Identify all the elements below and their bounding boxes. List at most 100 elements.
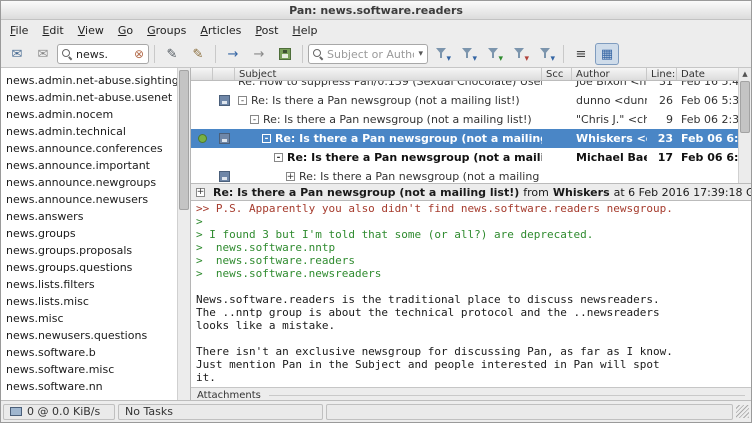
subject-cell: +Re: Is there a Pan newsgroup (not a mai… (235, 170, 542, 183)
match-my-articles-button[interactable]: ▾ (534, 43, 558, 65)
group-item[interactable]: news.software.misc (1, 361, 177, 378)
attachments-bar[interactable]: Attachments (191, 387, 751, 400)
thread-headers-view-button[interactable]: ≡ (569, 43, 593, 65)
group-item[interactable]: news.admin.net-abuse.sightings (1, 72, 177, 89)
pan-window: Pan: news.software.readers FileEditViewG… (0, 0, 752, 423)
funnel-icon: ▾ (539, 47, 553, 61)
subject-text: Re: How to suppress Pan/0.139 (Sexual Ch… (238, 81, 542, 88)
body-line: The ..nntp group is about the technical … (196, 306, 746, 319)
column-header-line[interactable]: Line: (647, 68, 677, 80)
group-item[interactable]: news.announce.conferences (1, 140, 177, 157)
resize-grip[interactable] (736, 405, 749, 418)
titlebar[interactable]: Pan: news.software.readers (1, 1, 751, 20)
disk-icon (219, 133, 230, 144)
clear-search-icon[interactable]: ⊗ (134, 48, 144, 60)
menu-view[interactable]: View (71, 21, 111, 40)
group-item[interactable]: news.groups.questions (1, 259, 177, 276)
group-item[interactable]: news.software.b (1, 344, 177, 361)
headers-scrollbar-thumb[interactable] (740, 81, 750, 133)
group-item[interactable]: news.lists.filters (1, 276, 177, 293)
group-item[interactable]: news.announce.newgroups (1, 174, 177, 191)
attachments-label: Attachments (197, 390, 261, 401)
author-cell: dunno <dunno… (572, 94, 647, 107)
body-line: > I found 3 but I'm told that some (or a… (196, 228, 746, 241)
group-item[interactable]: news.admin.net-abuse.usenet (1, 89, 177, 106)
column-header-author[interactable]: Author (572, 68, 647, 80)
body-line: > (196, 215, 746, 228)
column-header-icon[interactable] (213, 68, 235, 80)
read-next-unread-button[interactable]: → (221, 43, 245, 65)
toolbar-separator (563, 45, 564, 63)
thread-expander-icon[interactable]: + (286, 172, 295, 181)
article-row[interactable]: -Re: Is there a Pan newsgroup (not a mai… (191, 148, 740, 167)
group-item[interactable]: news.groups (1, 225, 177, 242)
disk-icon (279, 48, 291, 60)
subject-cell: Re: How to suppress Pan/0.139 (Sexual Ch… (235, 81, 542, 88)
body-line: News.software.readers is the traditional… (196, 293, 746, 306)
menu-help[interactable]: Help (285, 21, 324, 40)
column-header-scc[interactable]: Scc (542, 68, 572, 80)
flag-icon (198, 134, 207, 143)
article-row[interactable]: Re: How to suppress Pan/0.139 (Sexual Ch… (191, 81, 740, 91)
groups-scrollbar[interactable] (177, 68, 190, 400)
date-cell: Feb 06 2:3 (677, 113, 740, 126)
group-item[interactable]: news.newusers.questions (1, 327, 177, 344)
state-icon-cell (191, 134, 213, 143)
group-item[interactable]: news.lists.misc (1, 293, 177, 310)
get-selected-headers-button[interactable]: ✉ (31, 43, 55, 65)
headers-scrollbar[interactable]: ▲ (738, 68, 751, 183)
article-row[interactable]: -Re: Is there a Pan newsgroup (not a mai… (191, 91, 740, 110)
pane-layout-view-button[interactable]: ▦ (595, 43, 619, 65)
article-row[interactable]: -Re: Is there a Pan newsgroup (not a mai… (191, 110, 740, 129)
group-item[interactable]: news.groups.proposals (1, 242, 177, 259)
group-search[interactable]: news. ⊗ (57, 44, 149, 64)
subject-text: Re: Is there a Pan newsgroup (not a mail… (251, 94, 520, 107)
funnel-arrow-icon: ▾ (550, 55, 555, 64)
match-binary-articles-button[interactable]: ▾ (508, 43, 532, 65)
date-cell: Feb 06 5:3 (677, 94, 740, 107)
menu-edit[interactable]: Edit (35, 21, 70, 40)
cache-icon-cell (213, 171, 235, 182)
thread-expander-icon[interactable]: - (238, 96, 247, 105)
toolbar-separator (154, 45, 155, 63)
group-item[interactable]: news.answers (1, 208, 177, 225)
scroll-up-icon[interactable]: ▲ (739, 68, 751, 80)
menu-post[interactable]: Post (248, 21, 285, 40)
thread-expander-icon[interactable]: - (274, 153, 283, 162)
menu-groups[interactable]: Groups (140, 21, 193, 40)
chevron-down-icon[interactable]: ▾ (418, 49, 423, 59)
get-new-headers-button[interactable]: ✉ (5, 43, 29, 65)
article-search[interactable]: Subject or Author...▾ (308, 44, 428, 64)
thread-expander-icon[interactable]: - (250, 115, 259, 124)
read-next-article-button[interactable]: → (247, 43, 271, 65)
group-item[interactable]: news.admin.technical (1, 123, 177, 140)
followup-article-button[interactable]: ✎ (186, 43, 210, 65)
thread-expander-icon[interactable]: - (262, 134, 271, 143)
column-header-date[interactable]: Date (677, 68, 741, 80)
group-item[interactable]: news.admin.nocem (1, 106, 177, 123)
group-item[interactable]: news.software.nn (1, 378, 177, 395)
task-status[interactable]: No Tasks (118, 404, 323, 420)
preview-header[interactable]: + Re: Is there a Pan newsgroup (not a ma… (191, 183, 751, 201)
match-read-articles-button[interactable]: ▾ (430, 43, 454, 65)
groups-scrollbar-thumb[interactable] (179, 70, 189, 210)
group-item[interactable]: news.announce.newusers (1, 191, 177, 208)
article-rows: Re: How to suppress Pan/0.139 (Sexual Ch… (191, 81, 740, 183)
toolbar: ✉✉news.⊗✎✎→→Subject or Author...▾▾▾▾▾▾≡▦ (1, 41, 751, 68)
match-unread-articles-button[interactable]: ▾ (456, 43, 480, 65)
group-item[interactable]: news.announce.important (1, 157, 177, 174)
column-header-subject[interactable]: Subject (235, 68, 542, 80)
menubar: FileEditViewGoGroupsArticlesPostHelp (1, 20, 751, 41)
match-cached-articles-button[interactable]: ▾ (482, 43, 506, 65)
menu-articles[interactable]: Articles (193, 21, 248, 40)
headers-expander-icon[interactable]: + (196, 188, 205, 197)
article-row[interactable]: -Re: Is there a Pan newsgroup (not a mai… (191, 129, 740, 148)
article-row[interactable]: +Re: Is there a Pan newsgroup (not a mai… (191, 167, 740, 183)
column-header-icon[interactable] (191, 68, 213, 80)
save-article-button[interactable] (273, 43, 297, 65)
post-article-button[interactable]: ✎ (160, 43, 184, 65)
menu-file[interactable]: File (3, 21, 35, 40)
menu-go[interactable]: Go (111, 21, 140, 40)
group-search-text: news. (76, 48, 130, 61)
group-item[interactable]: news.misc (1, 310, 177, 327)
